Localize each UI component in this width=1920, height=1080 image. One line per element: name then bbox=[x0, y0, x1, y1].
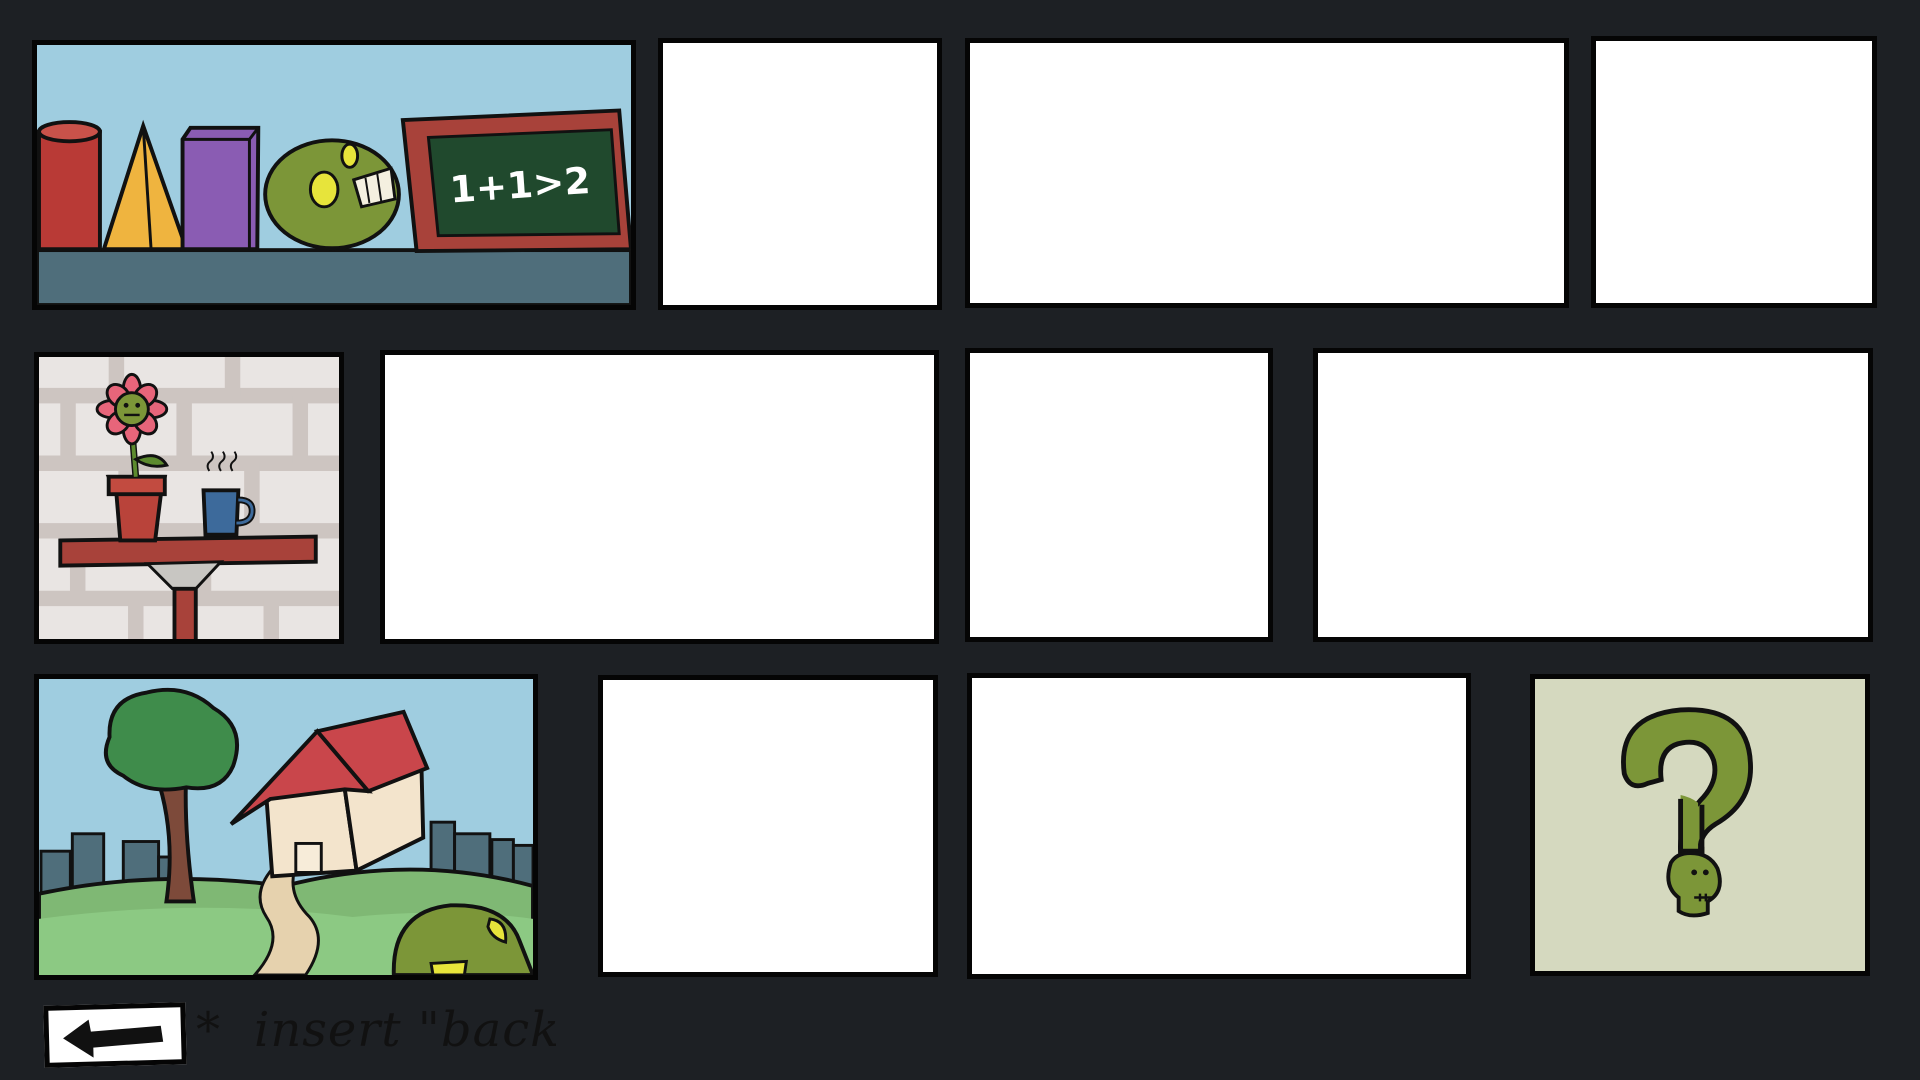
left-arrow-icon bbox=[63, 1019, 164, 1058]
shelf-scene-illustration: 1+1>2 bbox=[37, 45, 631, 305]
panel-blank-6[interactable] bbox=[1313, 348, 1873, 642]
panel-blank-1[interactable] bbox=[658, 38, 942, 310]
panel-blank-5[interactable] bbox=[965, 348, 1273, 642]
table-scene-illustration bbox=[39, 357, 339, 639]
panel-mystery-card[interactable] bbox=[1530, 674, 1870, 976]
question-mark-icon bbox=[1535, 679, 1865, 971]
note-text: insert "back" bbox=[254, 1002, 556, 1058]
panel-blank-3[interactable] bbox=[1591, 36, 1877, 308]
panel-blank-4[interactable] bbox=[380, 350, 939, 644]
designer-note: * insert "back" bbox=[196, 998, 556, 1058]
house-scene-illustration bbox=[39, 679, 533, 975]
panel-blank-7[interactable] bbox=[598, 675, 938, 977]
panel-house-scene[interactable] bbox=[34, 674, 538, 980]
panel-table-scene[interactable] bbox=[34, 352, 344, 644]
back-button[interactable] bbox=[43, 1002, 187, 1068]
note-marker: * bbox=[196, 1002, 221, 1058]
panel-blank-2[interactable] bbox=[965, 38, 1569, 308]
panel-shelf-scene[interactable]: 1+1>2 bbox=[32, 40, 636, 310]
panel-blank-8[interactable] bbox=[967, 673, 1471, 979]
